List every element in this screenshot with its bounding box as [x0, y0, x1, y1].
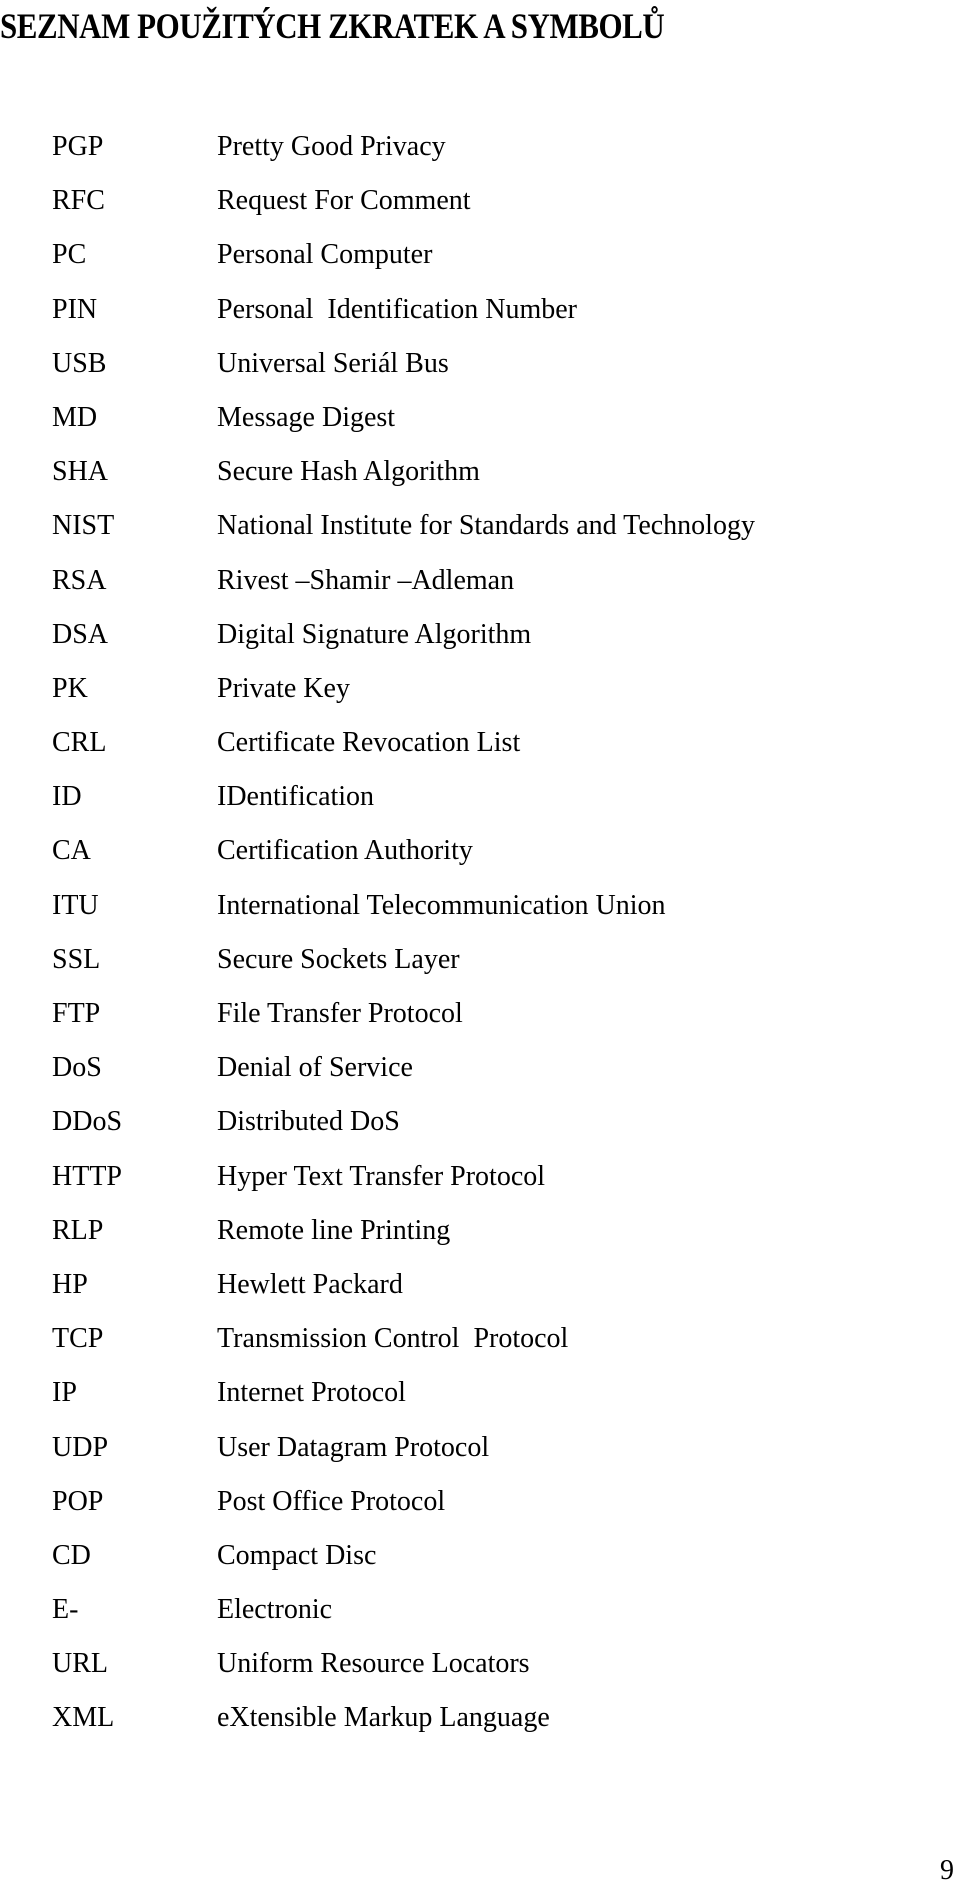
abbreviation-definition: Remote line Printing	[217, 1214, 451, 1246]
abbreviation-definition: Electronic	[217, 1594, 333, 1626]
abbreviation-row: CRL Certificate Revocation List	[52, 726, 755, 780]
abbreviation-row: DoS Denial of Service	[52, 1051, 755, 1105]
abbreviation-term: RLP	[52, 1214, 104, 1246]
abbreviation-definition: Secure Sockets Layer	[217, 943, 460, 975]
abbreviation-row: CD Compact Disc	[52, 1539, 755, 1593]
abbreviation-row: MD Message Digest	[52, 401, 755, 455]
abbreviation-term: FTP	[52, 998, 101, 1029]
abbreviation-term: RFC	[52, 185, 105, 217]
abbreviation-row: RSA Rivest –Shamir –Adleman	[52, 564, 755, 618]
abbreviation-row: E- Electronic	[52, 1593, 755, 1647]
abbreviation-term: HTTP	[52, 1160, 122, 1192]
abbreviation-definition: Transmission Control Protocol	[217, 1323, 569, 1355]
abbreviation-row: ID IDentification	[52, 780, 755, 834]
abbreviation-row: PIN Personal Identification Number	[52, 293, 755, 347]
abbreviation-row: IP Internet Protocol	[52, 1376, 755, 1430]
abbreviation-term: ID	[52, 781, 82, 813]
abbreviation-row: POP Post Office Protocol	[52, 1485, 755, 1539]
abbreviation-term: CD	[52, 1539, 91, 1571]
abbreviation-row: NIST National Institute for Standards and…	[52, 509, 755, 563]
abbreviation-row: PC Personal Computer	[52, 238, 755, 292]
abbreviation-term: E-	[52, 1594, 79, 1626]
abbreviation-row: URL Uniform Resource Locators	[52, 1647, 755, 1701]
abbreviation-term: PC	[52, 239, 87, 271]
abbreviation-term: ITU	[52, 889, 99, 921]
abbreviation-row: SHA Secure Hash Algorithm	[52, 455, 755, 509]
abbreviation-term: CRL	[52, 727, 107, 759]
abbreviation-term: XML	[52, 1702, 115, 1734]
abbreviation-term: DDoS	[52, 1106, 123, 1138]
abbreviation-list: PGP Pretty Good Privacy RFC Request For Com…	[52, 130, 755, 1756]
abbreviation-term: PGP	[52, 131, 104, 162]
abbreviation-definition: Hewlett Packard	[217, 1268, 403, 1300]
abbreviation-row: FTP File Transfer Protocol	[52, 997, 755, 1051]
abbreviation-term: RSA	[52, 564, 107, 596]
abbreviation-definition: Uniform Resource Locators	[217, 1648, 530, 1680]
abbreviation-definition: User Datagram Protocol	[217, 1431, 490, 1463]
abbreviation-definition: Pretty Good Privacy	[217, 131, 446, 162]
abbreviation-definition: Personal Identification Number	[217, 293, 578, 325]
abbreviation-definition: Request For Comment	[217, 185, 471, 217]
abbreviation-row: XML eXtensible Markup Language	[52, 1701, 755, 1755]
abbreviation-definition: Distributed DoS	[217, 1106, 400, 1138]
abbreviation-definition: Certification Authority	[217, 835, 473, 867]
abbreviation-row: UDP User Datagram Protocol	[52, 1431, 755, 1485]
abbreviation-term: TCP	[52, 1323, 104, 1355]
abbreviation-row: HTTP Hyper Text Transfer Protocol	[52, 1160, 755, 1214]
abbreviation-definition: File Transfer Protocol	[217, 998, 463, 1029]
abbreviation-term: NIST	[52, 510, 115, 542]
abbreviation-definition: Rivest –Shamir –Adleman	[217, 564, 515, 596]
abbreviation-term: URL	[52, 1648, 108, 1680]
abbreviation-definition: eXtensible Markup Language	[217, 1702, 550, 1734]
abbreviation-row: RLP Remote line Printing	[52, 1214, 755, 1268]
abbreviation-term: POP	[52, 1485, 104, 1517]
abbreviation-term: PK	[52, 672, 88, 704]
abbreviation-term: CA	[52, 835, 91, 867]
abbreviation-definition: Secure Hash Algorithm	[217, 456, 480, 488]
abbreviation-term: IP	[52, 1377, 77, 1409]
abbreviation-term: DoS	[52, 1052, 102, 1084]
abbreviation-definition: Compact Disc	[217, 1539, 377, 1571]
abbreviation-definition: Certificate Revocation List	[217, 727, 521, 759]
abbreviation-definition: National Institute for Standards and Tec…	[217, 510, 755, 542]
abbreviation-term: MD	[52, 401, 98, 433]
abbreviation-definition: Denial of Service	[217, 1052, 413, 1084]
abbreviation-term: USB	[52, 347, 107, 379]
abbreviation-definition: Message Digest	[217, 401, 396, 433]
abbreviation-term: SHA	[52, 456, 109, 488]
abbreviation-definition: IDentification	[217, 781, 375, 813]
abbreviation-row: SSL Secure Sockets Layer	[52, 943, 755, 997]
abbreviation-term: HP	[52, 1268, 88, 1300]
abbreviation-definition: Internet Protocol	[217, 1377, 406, 1409]
abbreviation-definition: Digital Signature Algorithm	[217, 618, 532, 650]
abbreviation-row: HP Hewlett Packard	[52, 1268, 755, 1322]
abbreviation-row: USB Universal Seriál Bus	[52, 347, 755, 401]
abbreviation-term: UDP	[52, 1431, 109, 1463]
abbreviation-definition: Personal Computer	[217, 239, 433, 271]
abbreviation-row: CA Certification Authority	[52, 834, 755, 888]
page-title: SEZNAM POUŽITÝCH ZKRATEK A SYMBOLŮ	[0, 6, 665, 46]
abbreviation-definition: Universal Seriál Bus	[217, 347, 449, 379]
abbreviation-term: DSA	[52, 618, 109, 650]
abbreviation-term: PIN	[52, 293, 98, 325]
abbreviation-row: PK Private Key	[52, 672, 755, 726]
abbreviation-definition: International Telecommunication Union	[217, 889, 666, 921]
abbreviation-row: DDoS Distributed DoS	[52, 1105, 755, 1159]
abbreviation-definition: Hyper Text Transfer Protocol	[217, 1160, 546, 1192]
abbreviation-row: RFC Request For Comment	[52, 184, 755, 238]
abbreviation-row: TCP Transmission Control Protocol	[52, 1322, 755, 1376]
abbreviation-row: ITU International Telecommunication Union	[52, 889, 755, 943]
abbreviation-term: SSL	[52, 943, 101, 975]
page-number: 9	[940, 1855, 954, 1886]
abbreviation-definition: Private Key	[217, 672, 350, 704]
abbreviation-definition: Post Office Protocol	[217, 1485, 446, 1517]
abbreviation-row: PGP Pretty Good Privacy	[52, 130, 755, 184]
abbreviation-row: DSA Digital Signature Algorithm	[52, 618, 755, 672]
